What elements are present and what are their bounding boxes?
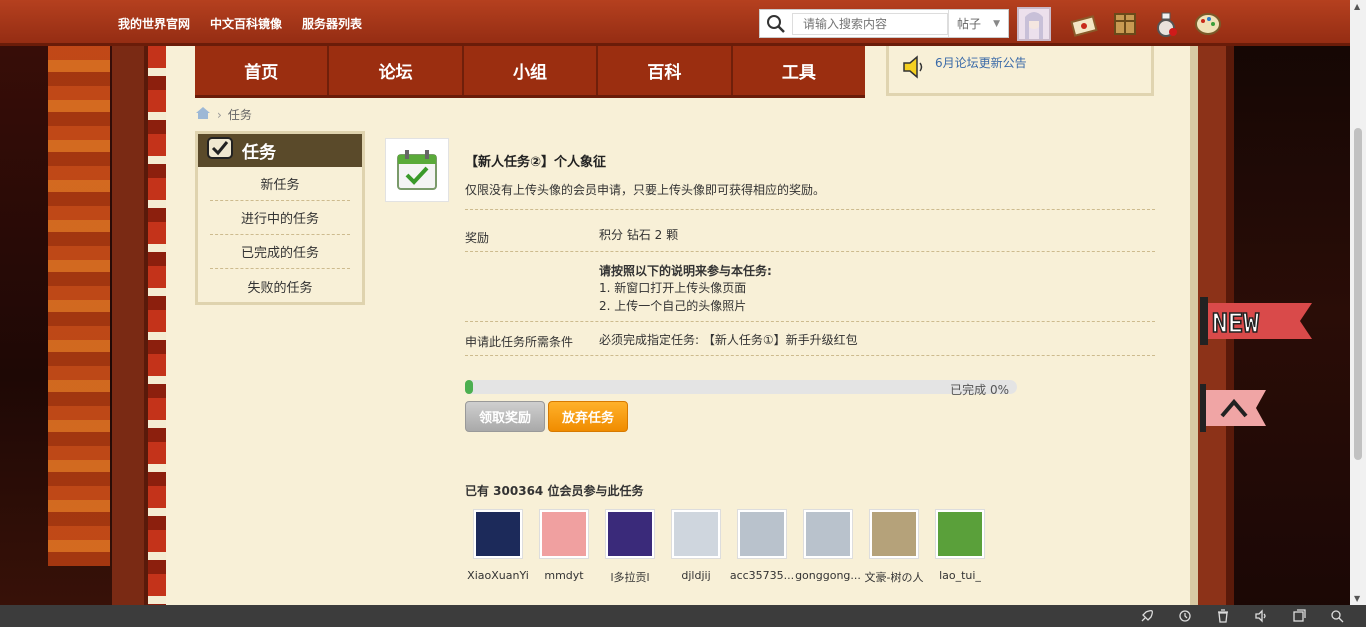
- top-link-wiki-mirror[interactable]: 中文百科镜像: [210, 15, 282, 32]
- nav-home[interactable]: 首页: [195, 46, 330, 95]
- scroll-up-icon[interactable]: ▲: [1354, 2, 1360, 11]
- member-name[interactable]: lao_tui_: [927, 569, 993, 582]
- breadcrumb-separator: ›: [217, 107, 222, 122]
- top-bar: 我的世界官网 中文百科镜像 服务器列表 帖子 ▼: [0, 0, 1366, 46]
- nav-forum[interactable]: 论坛: [329, 46, 464, 95]
- member-name[interactable]: gonggong...: [795, 569, 861, 582]
- window-icon[interactable]: [1290, 607, 1308, 625]
- side-item-in-progress[interactable]: 进行中的任务: [210, 201, 350, 235]
- top-link-official-site[interactable]: 我的世界官网: [118, 15, 190, 32]
- instructions-row: 请按照以下的说明来参与本任务: 1. 新窗口打开上传头像页面 2. 上传一个自己…: [465, 251, 1155, 321]
- condition-value: 必须完成指定任务: 【新人任务①】新手升级红包: [599, 333, 858, 347]
- speaker-icon: [901, 54, 927, 83]
- member-avatar[interactable]: [935, 509, 985, 559]
- progress-fill: [465, 380, 473, 394]
- member-name[interactable]: acc35735...: [729, 569, 795, 582]
- member-name[interactable]: l多拉贡l: [597, 569, 663, 585]
- volume-icon[interactable]: [1252, 607, 1270, 625]
- breadcrumb-current: 任务: [227, 108, 252, 122]
- side-item-completed[interactable]: 已完成的任务: [210, 235, 350, 269]
- member-name[interactable]: XiaoXuanYi: [465, 569, 531, 582]
- rocket-icon[interactable]: [1138, 607, 1156, 625]
- side-item-new-tasks[interactable]: 新任务: [210, 167, 350, 201]
- top-links: 我的世界官网 中文百科镜像 服务器列表: [118, 15, 362, 32]
- search-box: 帖子 ▼: [759, 9, 1009, 38]
- condition-label: 申请此任务所需条件: [465, 335, 574, 349]
- search-scope-select[interactable]: 帖子 ▼: [948, 10, 1008, 37]
- members-count: 已有 300364 位会员参与此任务: [465, 484, 644, 498]
- instruction-step-1: 1. 新窗口打开上传头像页面: [599, 281, 747, 295]
- task-badge-icon: [206, 135, 234, 166]
- reward-value: 积分 钻石 2 颗: [599, 228, 679, 242]
- reward-label: 奖励: [465, 231, 490, 245]
- member-item[interactable]: l多拉贡l: [597, 509, 663, 585]
- task-side-menu: 任务 新任务 进行中的任务 已完成的任务 失败的任务: [195, 131, 365, 305]
- home-icon[interactable]: [195, 106, 211, 123]
- member-avatar[interactable]: [539, 509, 589, 559]
- claim-reward-button[interactable]: 领取奖励: [465, 401, 545, 432]
- trash-icon[interactable]: [1214, 607, 1232, 625]
- svg-text:NEW: NEW: [1212, 309, 1259, 339]
- member-avatar[interactable]: [737, 509, 787, 559]
- member-avatar[interactable]: [869, 509, 919, 559]
- instruction-step-2: 2. 上传一个自己的头像照片: [599, 299, 747, 313]
- member-name[interactable]: djldjij: [663, 569, 729, 582]
- search-scope-label: 帖子: [957, 17, 982, 31]
- task-calendar-icon: [385, 138, 449, 202]
- chain-decoration: [148, 46, 166, 606]
- browser-bottom-bar: [0, 605, 1366, 627]
- nav-wiki[interactable]: 百科: [598, 46, 733, 95]
- lava-decoration: [48, 46, 110, 566]
- wood-frame-left: [112, 46, 148, 606]
- member-avatar[interactable]: [473, 509, 523, 559]
- side-item-failed[interactable]: 失败的任务: [210, 269, 350, 303]
- member-avatar[interactable]: [803, 509, 853, 559]
- condition-row: 申请此任务所需条件 必须完成指定任务: 【新人任务①】新手升级红包: [465, 321, 1155, 356]
- member-name[interactable]: mmdyt: [531, 569, 597, 582]
- scrollbar-thumb[interactable]: [1354, 128, 1362, 460]
- scroll-down-icon[interactable]: ▼: [1354, 594, 1360, 603]
- palette-icon[interactable]: [1194, 10, 1222, 38]
- member-avatar[interactable]: [605, 509, 655, 559]
- announcement-box: 6月论坛更新公告: [886, 46, 1154, 96]
- chevron-down-icon: ▼: [993, 18, 1000, 29]
- crafting-table-icon[interactable]: [1111, 10, 1139, 38]
- instructions-heading: 请按照以下的说明来参与本任务:: [599, 264, 772, 278]
- potion-icon[interactable]: [1152, 10, 1180, 38]
- main-nav: 首页 论坛 小组 百科 工具: [195, 46, 865, 98]
- refresh-icon[interactable]: [1176, 607, 1194, 625]
- task-progress-bar: 已完成 0%: [465, 380, 1017, 397]
- task-description: 仅限没有上传头像的会员申请，只要上传头像即可获得相应的奖励。: [465, 183, 826, 197]
- nav-tools[interactable]: 工具: [733, 46, 865, 95]
- abandon-task-button[interactable]: 放弃任务: [548, 401, 628, 432]
- member-name[interactable]: 文豪-树の人: [861, 569, 927, 585]
- search-input[interactable]: [792, 12, 948, 35]
- member-item[interactable]: XiaoXuanYi: [465, 509, 531, 585]
- member-item[interactable]: 文豪-树の人: [861, 509, 927, 585]
- member-item[interactable]: mmdyt: [531, 509, 597, 585]
- progress-text: 已完成 0%: [950, 383, 1009, 397]
- side-menu-header: 任务: [198, 134, 362, 167]
- page-scrollbar[interactable]: ▲ ▼: [1350, 0, 1366, 605]
- side-menu-title: 任务: [242, 143, 276, 163]
- nav-groups[interactable]: 小组: [464, 46, 599, 95]
- member-item[interactable]: djldjij: [663, 509, 729, 585]
- task-title: 【新人任务②】个人象征: [465, 155, 607, 170]
- member-item[interactable]: lao_tui_: [927, 509, 993, 585]
- new-flag-icon: NEW: [1200, 297, 1312, 345]
- member-item[interactable]: gonggong...: [795, 509, 861, 585]
- top-link-server-list[interactable]: 服务器列表: [302, 15, 362, 32]
- member-list: XiaoXuanYi mmdyt l多拉贡l djldjij acc35735... go…: [465, 509, 993, 585]
- reward-row: 奖励 积分 钻石 2 颗: [465, 209, 1155, 251]
- search-icon[interactable]: [760, 10, 792, 37]
- breadcrumb: › 任务: [195, 106, 252, 123]
- member-avatar[interactable]: [671, 509, 721, 559]
- announcement-link[interactable]: 6月论坛更新公告: [935, 54, 1027, 71]
- message-icon[interactable]: [1070, 10, 1098, 38]
- back-to-top-flag-icon[interactable]: [1200, 384, 1266, 432]
- member-item[interactable]: acc35735...: [729, 509, 795, 585]
- user-avatar[interactable]: [1017, 7, 1051, 41]
- zoom-icon[interactable]: [1328, 607, 1346, 625]
